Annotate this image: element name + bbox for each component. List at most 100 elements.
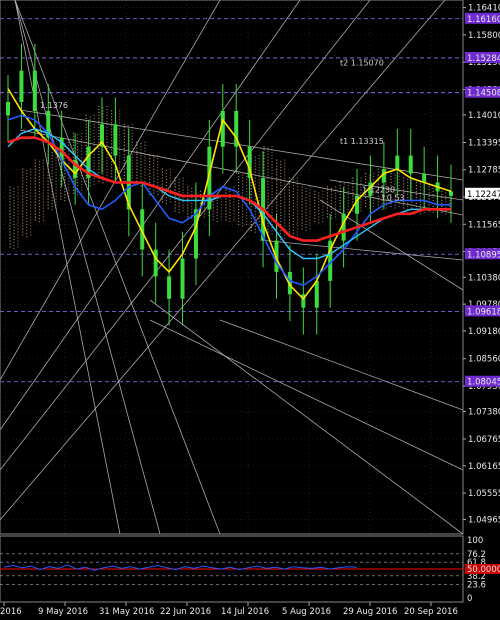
cloud-dot — [13, 226, 15, 229]
cloud-dot — [343, 183, 345, 185]
cloud-dot — [89, 122, 91, 124]
price-chart[interactable]: t2 1.15070t1 1.133151.12230↑0.531.1376 1… — [0, 0, 500, 620]
cloud-dot — [220, 213, 222, 215]
cloud-dot — [364, 178, 367, 181]
cloud-dot — [187, 189, 189, 191]
cloud-dot — [187, 186, 189, 188]
cloud-dot — [241, 207, 244, 209]
cloud-dot — [237, 184, 240, 187]
cloud-dot — [38, 175, 41, 178]
cloud-dot — [26, 190, 28, 193]
cloud-dot — [38, 184, 41, 187]
time-tick-label: 5 Aug 2016 — [282, 607, 331, 617]
cloud-dot — [326, 216, 329, 218]
cloud-dot — [80, 177, 83, 179]
cloud-dot — [34, 186, 37, 188]
cloud-dot — [292, 196, 295, 199]
cloud-dot — [55, 186, 57, 188]
cloud-dot — [288, 210, 291, 212]
cloud-dot — [106, 144, 108, 147]
cloud-dot — [178, 187, 180, 190]
cloud-dot — [42, 192, 45, 194]
oscillator-tick-label: 100 — [467, 536, 483, 546]
cloud-dot — [250, 217, 252, 220]
cloud-dot — [284, 225, 286, 227]
cloud-dot — [110, 167, 113, 169]
cloud-dot — [131, 177, 133, 180]
cloud-dot — [276, 207, 278, 209]
cloud-dot — [360, 198, 362, 200]
cloud-dot — [22, 174, 24, 176]
cloud-dot — [390, 205, 392, 208]
cloud-dot — [42, 171, 45, 173]
cloud-dot — [182, 201, 184, 203]
cloud-dot — [26, 211, 28, 214]
cloud-dot — [276, 177, 278, 179]
cloud-dot — [60, 189, 62, 191]
cloud-dot — [89, 179, 91, 181]
cloud-dot — [267, 201, 269, 203]
cloud-dot — [241, 222, 244, 224]
cloud-dot — [445, 195, 447, 197]
cloud-dot — [334, 192, 337, 194]
cloud-dot — [229, 220, 231, 223]
cloud-dot — [360, 177, 362, 179]
cloud-dot — [106, 114, 108, 117]
cloud-dot — [258, 184, 260, 187]
cloud-dot — [157, 166, 159, 169]
cloud-dot — [165, 202, 168, 205]
cloud-dot — [80, 183, 83, 185]
cloud-dot — [305, 199, 307, 202]
cloud-dot — [89, 125, 91, 127]
cloud-dot — [140, 161, 142, 163]
cloud-dot — [13, 187, 15, 190]
cloud-dot — [169, 201, 172, 203]
cloud-dot — [394, 177, 396, 179]
cloud-dot — [106, 129, 108, 132]
annotation-label: t1 1.13315 — [340, 137, 384, 146]
cloud-dot — [34, 192, 37, 194]
cloud-dot — [258, 154, 260, 157]
cloud-dot — [169, 171, 172, 173]
cloud-dot — [191, 205, 193, 208]
cloud-dot — [89, 140, 91, 142]
cloud-dot — [51, 205, 53, 208]
cloud-dot — [178, 205, 180, 208]
cloud-dot — [187, 207, 189, 209]
cloud-dot — [123, 159, 126, 162]
cloud-dot — [237, 220, 240, 223]
cloud-dot — [72, 141, 75, 143]
cloud-dot — [136, 162, 138, 164]
cloud-dot — [153, 171, 155, 173]
cloud-dot — [398, 178, 400, 181]
cloud-dot — [276, 171, 278, 173]
cloud-dot — [47, 195, 49, 197]
cloud-dot — [267, 216, 269, 218]
cloud-dot — [229, 214, 231, 217]
cloud-dot — [309, 210, 311, 212]
cloud-dot — [330, 196, 333, 199]
cloud-dot — [284, 222, 286, 224]
cloud-dot — [136, 150, 138, 152]
cloud-dot — [123, 123, 126, 126]
cloud-dot — [292, 220, 295, 223]
cloud-dot — [322, 205, 324, 208]
oscillator-panel[interactable]: 10076.261.85038.223.6050.0000 — [0, 535, 500, 604]
cloud-dot — [110, 140, 113, 142]
cloud-dot — [292, 211, 295, 214]
cloud-dot — [165, 184, 168, 187]
candle-body — [6, 101, 10, 116]
cloud-dot — [144, 147, 146, 149]
cloud-dot — [267, 165, 269, 167]
cloud-dot — [271, 178, 273, 181]
cloud-dot — [30, 222, 32, 224]
cloud-dot — [276, 180, 278, 182]
cloud-dot — [280, 229, 282, 232]
cloud-dot — [178, 181, 180, 184]
cloud-dot — [305, 229, 307, 232]
cloud-dot — [403, 207, 405, 209]
cloud-dot — [140, 143, 142, 145]
cloud-dot — [267, 225, 269, 227]
cloud-dot — [98, 168, 100, 171]
cloud-dot — [187, 204, 189, 206]
